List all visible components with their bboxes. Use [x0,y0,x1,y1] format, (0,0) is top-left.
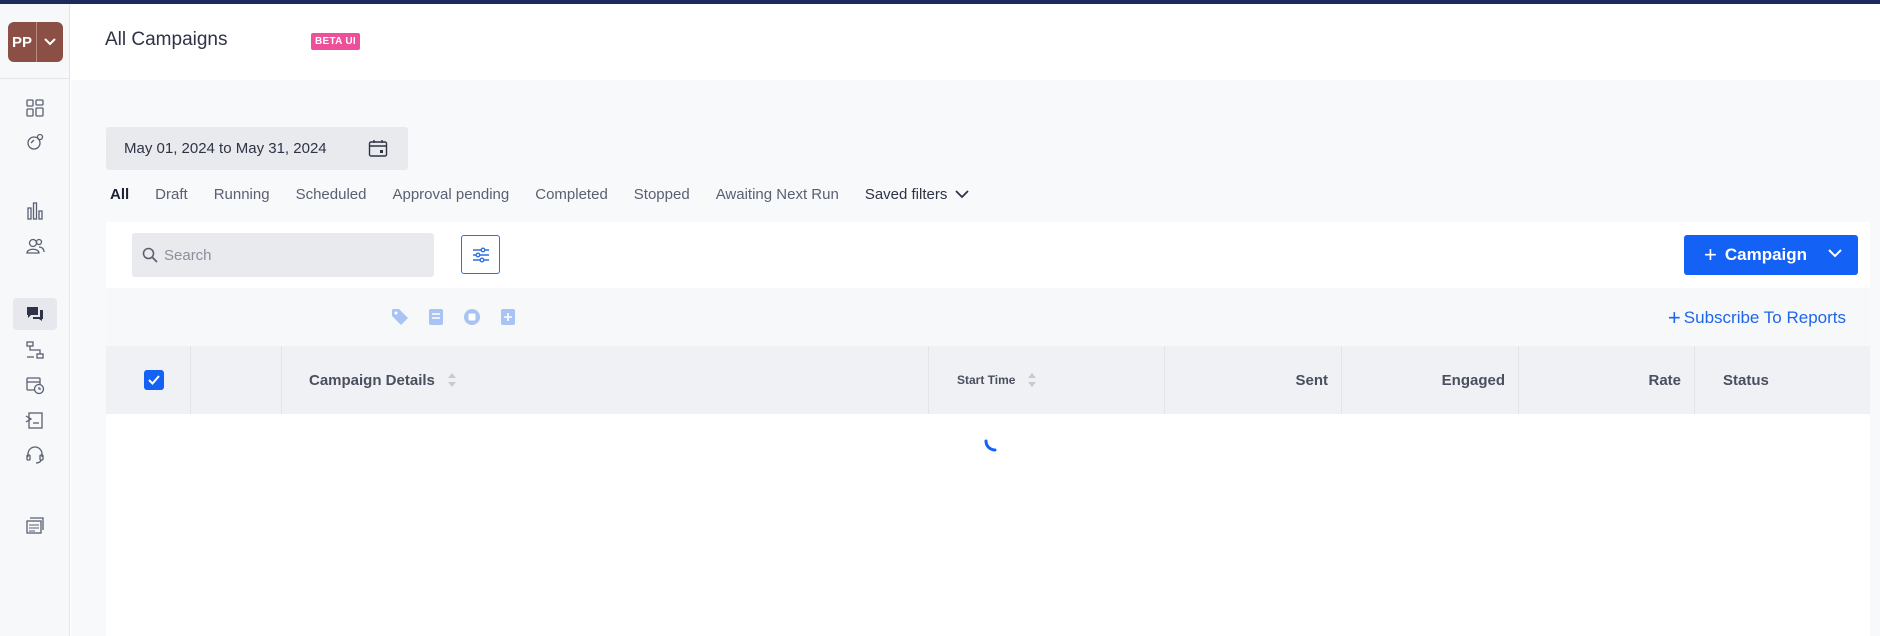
chevron-down-icon[interactable] [1828,249,1842,258]
bulk-action-icons [390,307,534,327]
chevron-down-icon [955,190,969,199]
plus-icon: + [1704,242,1717,267]
search-input[interactable] [164,246,424,264]
beta-badge: BETA UI [311,33,360,50]
templates-icon [25,412,43,429]
column-divider [1518,346,1519,414]
campaigns-panel: + Campaign + Subscribe To Reports [106,222,1870,636]
status-tabs: All Draft Running Scheduled Approval pen… [110,186,969,203]
calendar-icon [368,140,388,157]
avatar[interactable]: PP [8,22,36,62]
checkmark-icon [148,375,160,385]
scheduler-icon [26,377,45,395]
sidebar-item-campaigns[interactable] [13,298,57,330]
select-all-cell [144,346,164,414]
column-header-engaged[interactable]: Engaged [1406,346,1505,414]
saved-filters-label: Saved filters [864,186,948,203]
subscribe-to-reports-link[interactable]: + Subscribe To Reports [1668,307,1846,329]
plus-icon: + [1667,305,1681,330]
sort-icon[interactable] [447,371,457,389]
column-divider [190,346,191,414]
tab-all[interactable]: All [110,186,129,203]
table-header: Campaign Details Start Time Sent Engaged… [106,346,1870,414]
subscribe-label: Subscribe To Reports [1683,308,1846,327]
loading-spinner-icon [984,439,1006,452]
saved-filters-dropdown[interactable]: Saved filters [865,186,970,203]
stop-icon[interactable] [462,307,482,327]
column-label: Sent [1295,371,1328,389]
page-title: All Campaigns [105,29,228,50]
search-field[interactable] [132,233,434,277]
support-icon [26,446,44,464]
column-header-sent[interactable]: Sent [1236,346,1328,414]
column-label: Campaign Details [309,371,435,389]
sidebar-item-scheduler[interactable] [13,369,57,401]
integrations-icon [27,133,44,150]
column-label: Engaged [1441,371,1505,389]
date-range-value: May 01, 2024 to May 31, 2024 [124,140,327,157]
select-all-checkbox[interactable] [144,370,164,390]
create-campaign-button[interactable]: + Campaign [1684,235,1858,275]
sidebar-divider [0,78,70,79]
users-icon [26,238,45,254]
account-switcher[interactable]: PP [8,22,63,62]
sidebar-item-dashboard[interactable] [13,92,57,124]
analytics-icon [27,202,43,220]
sidebar-item-analytics[interactable] [13,195,57,227]
column-label: Status [1723,371,1769,389]
sidebar-item-flows[interactable] [13,334,57,366]
bulk-action-bar: + Subscribe To Reports [106,288,1870,346]
chevron-down-icon [44,38,56,46]
sidebar-item-catalog[interactable] [13,510,57,542]
duplicate-icon[interactable] [498,307,518,327]
catalog-icon [26,517,44,534]
column-divider [1164,346,1165,414]
tab-scheduled[interactable]: Scheduled [296,186,367,203]
flows-icon [26,341,44,359]
tab-awaiting-next-run[interactable]: Awaiting Next Run [716,186,839,203]
column-label: Rate [1648,371,1681,389]
dashboard-icon [26,99,44,117]
sidebar-item-integrations[interactable] [13,126,57,158]
tab-completed[interactable]: Completed [535,186,608,203]
page-header: All Campaigns BETA UI [71,4,1880,80]
sidebar: PP [0,4,70,636]
sort-icon[interactable] [1027,371,1037,389]
column-header-rate[interactable]: Rate [1596,346,1681,414]
sidebar-item-users[interactable] [13,230,57,262]
tab-draft[interactable]: Draft [155,186,188,203]
column-label: Start Time [957,373,1016,387]
tab-running[interactable]: Running [214,186,270,203]
advanced-filter-button[interactable] [461,235,500,274]
sliders-icon [472,247,489,262]
table-body [106,414,1870,636]
column-header-campaign-details[interactable]: Campaign Details [309,346,457,414]
campaigns-icon [27,307,43,321]
search-icon [142,247,158,263]
column-divider [1694,346,1695,414]
account-dropdown-button[interactable] [36,22,63,62]
sidebar-item-support[interactable] [13,439,57,471]
sidebar-item-templates[interactable] [13,404,57,436]
column-divider [281,346,282,414]
column-header-start-time[interactable]: Start Time [957,346,1037,414]
date-range-picker[interactable]: May 01, 2024 to May 31, 2024 [106,127,408,170]
column-header-status[interactable]: Status [1723,346,1769,414]
tab-stopped[interactable]: Stopped [634,186,690,203]
archive-icon[interactable] [426,307,446,327]
tag-icon[interactable] [390,307,410,327]
column-divider [928,346,929,414]
create-campaign-label: Campaign [1724,245,1808,264]
tab-approval-pending[interactable]: Approval pending [392,186,509,203]
column-divider [1341,346,1342,414]
